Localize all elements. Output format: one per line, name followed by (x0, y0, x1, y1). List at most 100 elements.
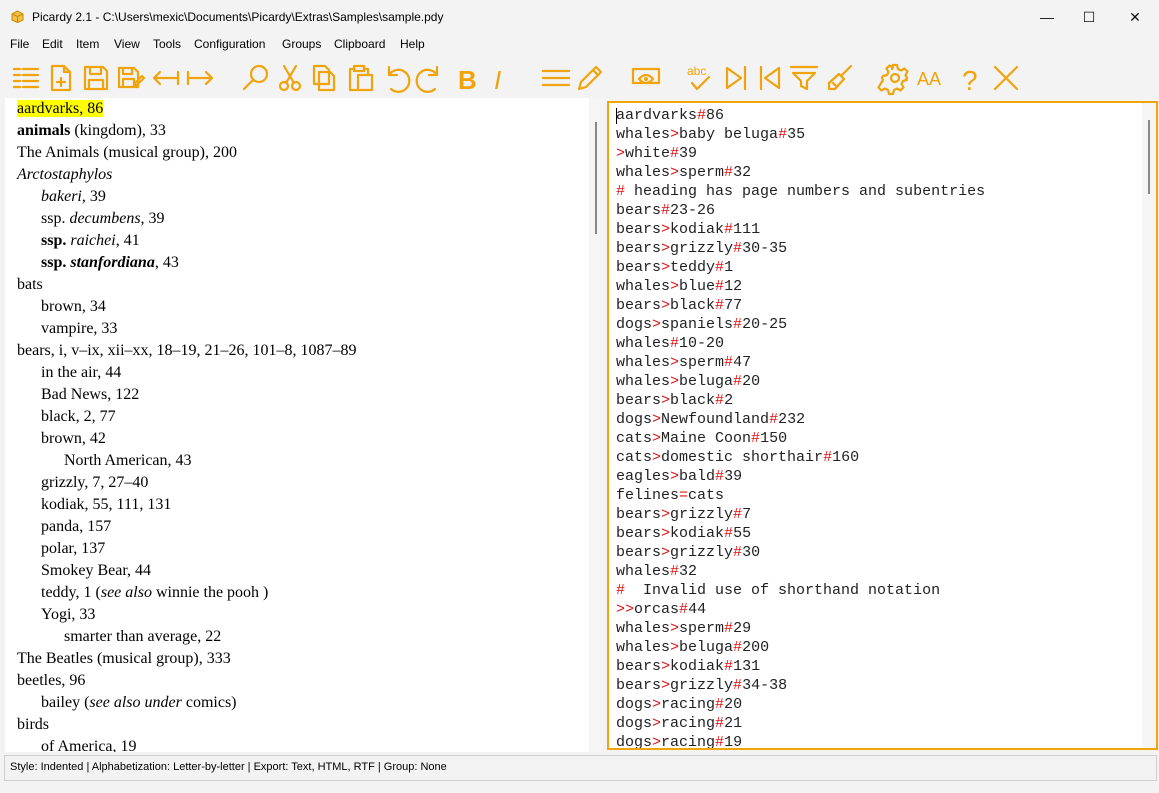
index-entry[interactable]: ssp. stanfordiana, 43 (41, 252, 179, 274)
editor-line[interactable]: bears>kodiak#111 (616, 220, 760, 239)
editor-line[interactable]: whales>baby beluga#35 (616, 125, 805, 144)
editor-line[interactable]: dogs>racing#19 (616, 733, 742, 748)
editor-line[interactable]: cats>Maine Coon#150 (616, 429, 787, 448)
editor-line[interactable]: >>orcas#44 (616, 600, 706, 619)
editor-scrollbar[interactable] (1142, 103, 1156, 748)
index-entry[interactable]: ssp. raichei, 41 (41, 230, 140, 252)
close-icon[interactable] (990, 58, 1022, 98)
index-entry[interactable]: of America, 19 (41, 736, 137, 752)
editor-line[interactable]: bears>grizzly#34-38 (616, 676, 787, 695)
bold-icon[interactable]: B (450, 58, 482, 98)
align-icon[interactable] (540, 58, 572, 98)
menu-tools[interactable]: Tools (153, 37, 181, 51)
editor-line[interactable]: whales#10-20 (616, 334, 724, 353)
editor-line[interactable]: bears>black#77 (616, 296, 742, 315)
pencil-icon[interactable] (574, 58, 606, 98)
editor-line[interactable]: whales>sperm#29 (616, 619, 751, 638)
filter-icon[interactable] (788, 58, 820, 98)
previous-icon[interactable] (754, 58, 786, 98)
preview-scrollbar[interactable] (589, 98, 603, 752)
editor-line[interactable]: whales>sperm#32 (616, 163, 751, 182)
menu-view[interactable]: View (114, 37, 140, 51)
font-size-icon[interactable]: AA (914, 58, 946, 98)
editor-line[interactable]: bears>grizzly#7 (616, 505, 751, 524)
arrow-left-icon[interactable] (150, 58, 182, 98)
editor-line[interactable]: dogs>Newfoundland#232 (616, 410, 805, 429)
index-entry[interactable]: bailey (see also under comics) (41, 692, 237, 714)
help-icon[interactable]: ? (954, 58, 986, 98)
search-icon[interactable] (240, 58, 272, 98)
editor-line[interactable]: bears>teddy#1 (616, 258, 733, 277)
editor-line[interactable]: eagles>bald#39 (616, 467, 742, 486)
clear-icon[interactable] (824, 58, 856, 98)
preview-scroll-thumb[interactable] (595, 122, 597, 234)
editor-line[interactable]: bears#23-26 (616, 201, 715, 220)
menu-clipboard[interactable]: Clipboard (334, 37, 385, 51)
maximize-button[interactable]: ☐ (1066, 0, 1112, 34)
index-entry[interactable]: animals (kingdom), 33 (17, 120, 166, 142)
index-entry[interactable]: teddy, 1 (see also winnie the pooh ) (41, 582, 268, 604)
next-icon[interactable] (720, 58, 752, 98)
index-entry[interactable]: Smokey Bear, 44 (41, 560, 151, 582)
menu-help[interactable]: Help (400, 37, 425, 51)
editor-scroll-thumb[interactable] (1148, 120, 1150, 194)
index-entry[interactable]: vampire, 33 (41, 318, 117, 340)
index-entry[interactable]: beetles, 96 (17, 670, 85, 692)
index-entry[interactable]: polar, 137 (41, 538, 105, 560)
index-entry[interactable]: birds (17, 714, 49, 736)
editor-line[interactable]: whales#32 (616, 562, 697, 581)
index-preview-pane[interactable]: aardvarks, 86 animals (kingdom), 33 The An… (5, 98, 589, 752)
spellcheck-icon[interactable]: abc (684, 58, 716, 98)
editor-line[interactable]: bears>black#2 (616, 391, 733, 410)
editor-line[interactable]: whales>beluga#200 (616, 638, 769, 657)
index-entry[interactable]: black, 2, 77 (41, 406, 116, 428)
preview-icon[interactable] (630, 58, 662, 98)
index-entry[interactable]: The Animals (musical group), 200 (17, 142, 237, 164)
editor-line[interactable]: whales>sperm#47 (616, 353, 751, 372)
index-entry[interactable]: North American, 43 (64, 450, 192, 472)
editor-line[interactable]: whales>beluga#20 (616, 372, 760, 391)
index-entry[interactable]: Arctostaphylos (17, 164, 112, 186)
menu-file[interactable]: File (10, 37, 29, 51)
editor-line[interactable]: cats>domestic shorthair#160 (616, 448, 859, 467)
editor-line[interactable]: bears>grizzly#30 (616, 543, 760, 562)
save-all-icon[interactable] (114, 58, 146, 98)
index-entry[interactable]: Yogi, 33 (41, 604, 95, 626)
index-entry[interactable]: bakeri, 39 (41, 186, 106, 208)
list-icon[interactable] (10, 58, 42, 98)
index-entry[interactable]: ssp. decumbens, 39 (41, 208, 165, 230)
menu-item[interactable]: Item (76, 37, 99, 51)
index-entry[interactable]: The Beatles (musical group), 333 (17, 648, 231, 670)
arrow-right-icon[interactable] (184, 58, 216, 98)
editor-line[interactable]: dogs>spaniels#20-25 (616, 315, 787, 334)
editor-line[interactable]: whales>blue#12 (616, 277, 742, 296)
index-entry[interactable]: bats (17, 274, 43, 296)
paste-icon[interactable] (344, 58, 376, 98)
editor-line[interactable]: >white#39 (616, 144, 697, 163)
editor-line[interactable]: # heading has page numbers and subentrie… (616, 182, 985, 201)
menu-groups[interactable]: Groups (282, 37, 321, 51)
menu-edit[interactable]: Edit (42, 37, 63, 51)
index-entry[interactable]: Bad News, 122 (41, 384, 139, 406)
copy-icon[interactable] (308, 58, 340, 98)
editor-line[interactable]: aardvarks#86 (616, 106, 724, 125)
menu-configuration[interactable]: Configuration (194, 37, 265, 51)
close-window-button[interactable]: ✕ (1112, 0, 1158, 34)
index-entry[interactable]: brown, 42 (41, 428, 106, 450)
redo-icon[interactable] (414, 58, 446, 98)
source-editor[interactable]: aardvarks#86 whales>baby beluga#35 >white#… (607, 101, 1158, 750)
index-entry[interactable]: grizzly, 7, 27–40 (41, 472, 148, 494)
italic-icon[interactable]: I (484, 58, 516, 98)
index-entry[interactable]: panda, 157 (41, 516, 111, 538)
undo-icon[interactable] (380, 58, 412, 98)
index-entry[interactable]: aardvarks, 86 (17, 98, 104, 120)
editor-line[interactable]: felines=cats (616, 486, 724, 505)
editor-line[interactable]: dogs>racing#20 (616, 695, 742, 714)
settings-icon[interactable] (877, 58, 912, 98)
editor-line[interactable]: bears>grizzly#30-35 (616, 239, 787, 258)
index-entry[interactable]: smarter than average, 22 (64, 626, 221, 648)
cut-icon[interactable] (274, 58, 306, 98)
new-document-icon[interactable] (45, 58, 77, 98)
editor-line[interactable]: bears>kodiak#55 (616, 524, 751, 543)
minimize-button[interactable]: — (1024, 0, 1070, 34)
